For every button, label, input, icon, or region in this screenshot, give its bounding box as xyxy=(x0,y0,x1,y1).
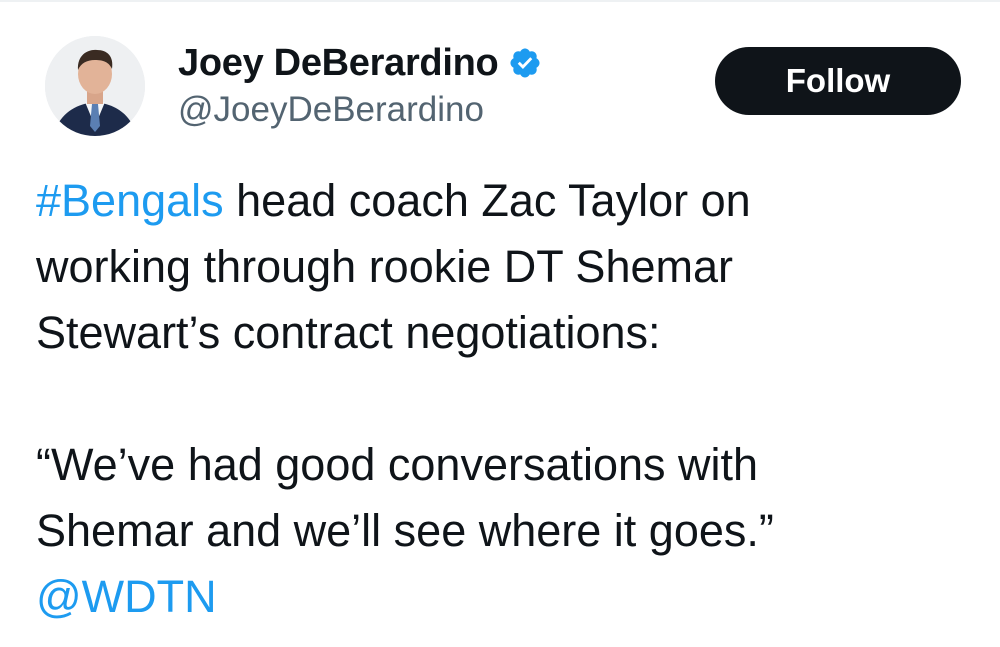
verified-badge-icon xyxy=(508,46,542,80)
author-handle[interactable]: @JoeyDeBerardino xyxy=(178,90,542,130)
paragraph-break xyxy=(36,366,976,432)
mention-link[interactable]: @WDTN xyxy=(36,571,217,622)
author-block: Joey DeBerardino @JoeyDeBerardino xyxy=(178,40,542,130)
tweet-line: Stewart’s contract negotiations: xyxy=(36,307,661,358)
follow-button[interactable]: Follow xyxy=(715,47,961,115)
tweet-card: Joey DeBerardino @JoeyDeBerardino Follow… xyxy=(0,0,1000,647)
avatar[interactable] xyxy=(45,36,145,136)
tweet-line: @WDTN xyxy=(36,564,976,630)
quote-line: “We’ve had good conversations with xyxy=(36,439,759,490)
display-name[interactable]: Joey DeBerardino xyxy=(178,42,499,85)
tweet-text: #Bengals head coach Zac Taylor on workin… xyxy=(36,168,976,630)
quote-line: Shemar and we’ll see where it goes.” xyxy=(36,505,774,556)
avatar-photo xyxy=(45,36,145,136)
name-row: Joey DeBerardino xyxy=(178,40,542,86)
tweet-text-segment: head coach Zac Taylor on xyxy=(223,175,751,226)
tweet-line: #Bengals head coach Zac Taylor on xyxy=(36,168,976,234)
hashtag-link[interactable]: #Bengals xyxy=(36,175,224,226)
tweet-line: working through rookie DT Shemar xyxy=(36,241,733,292)
